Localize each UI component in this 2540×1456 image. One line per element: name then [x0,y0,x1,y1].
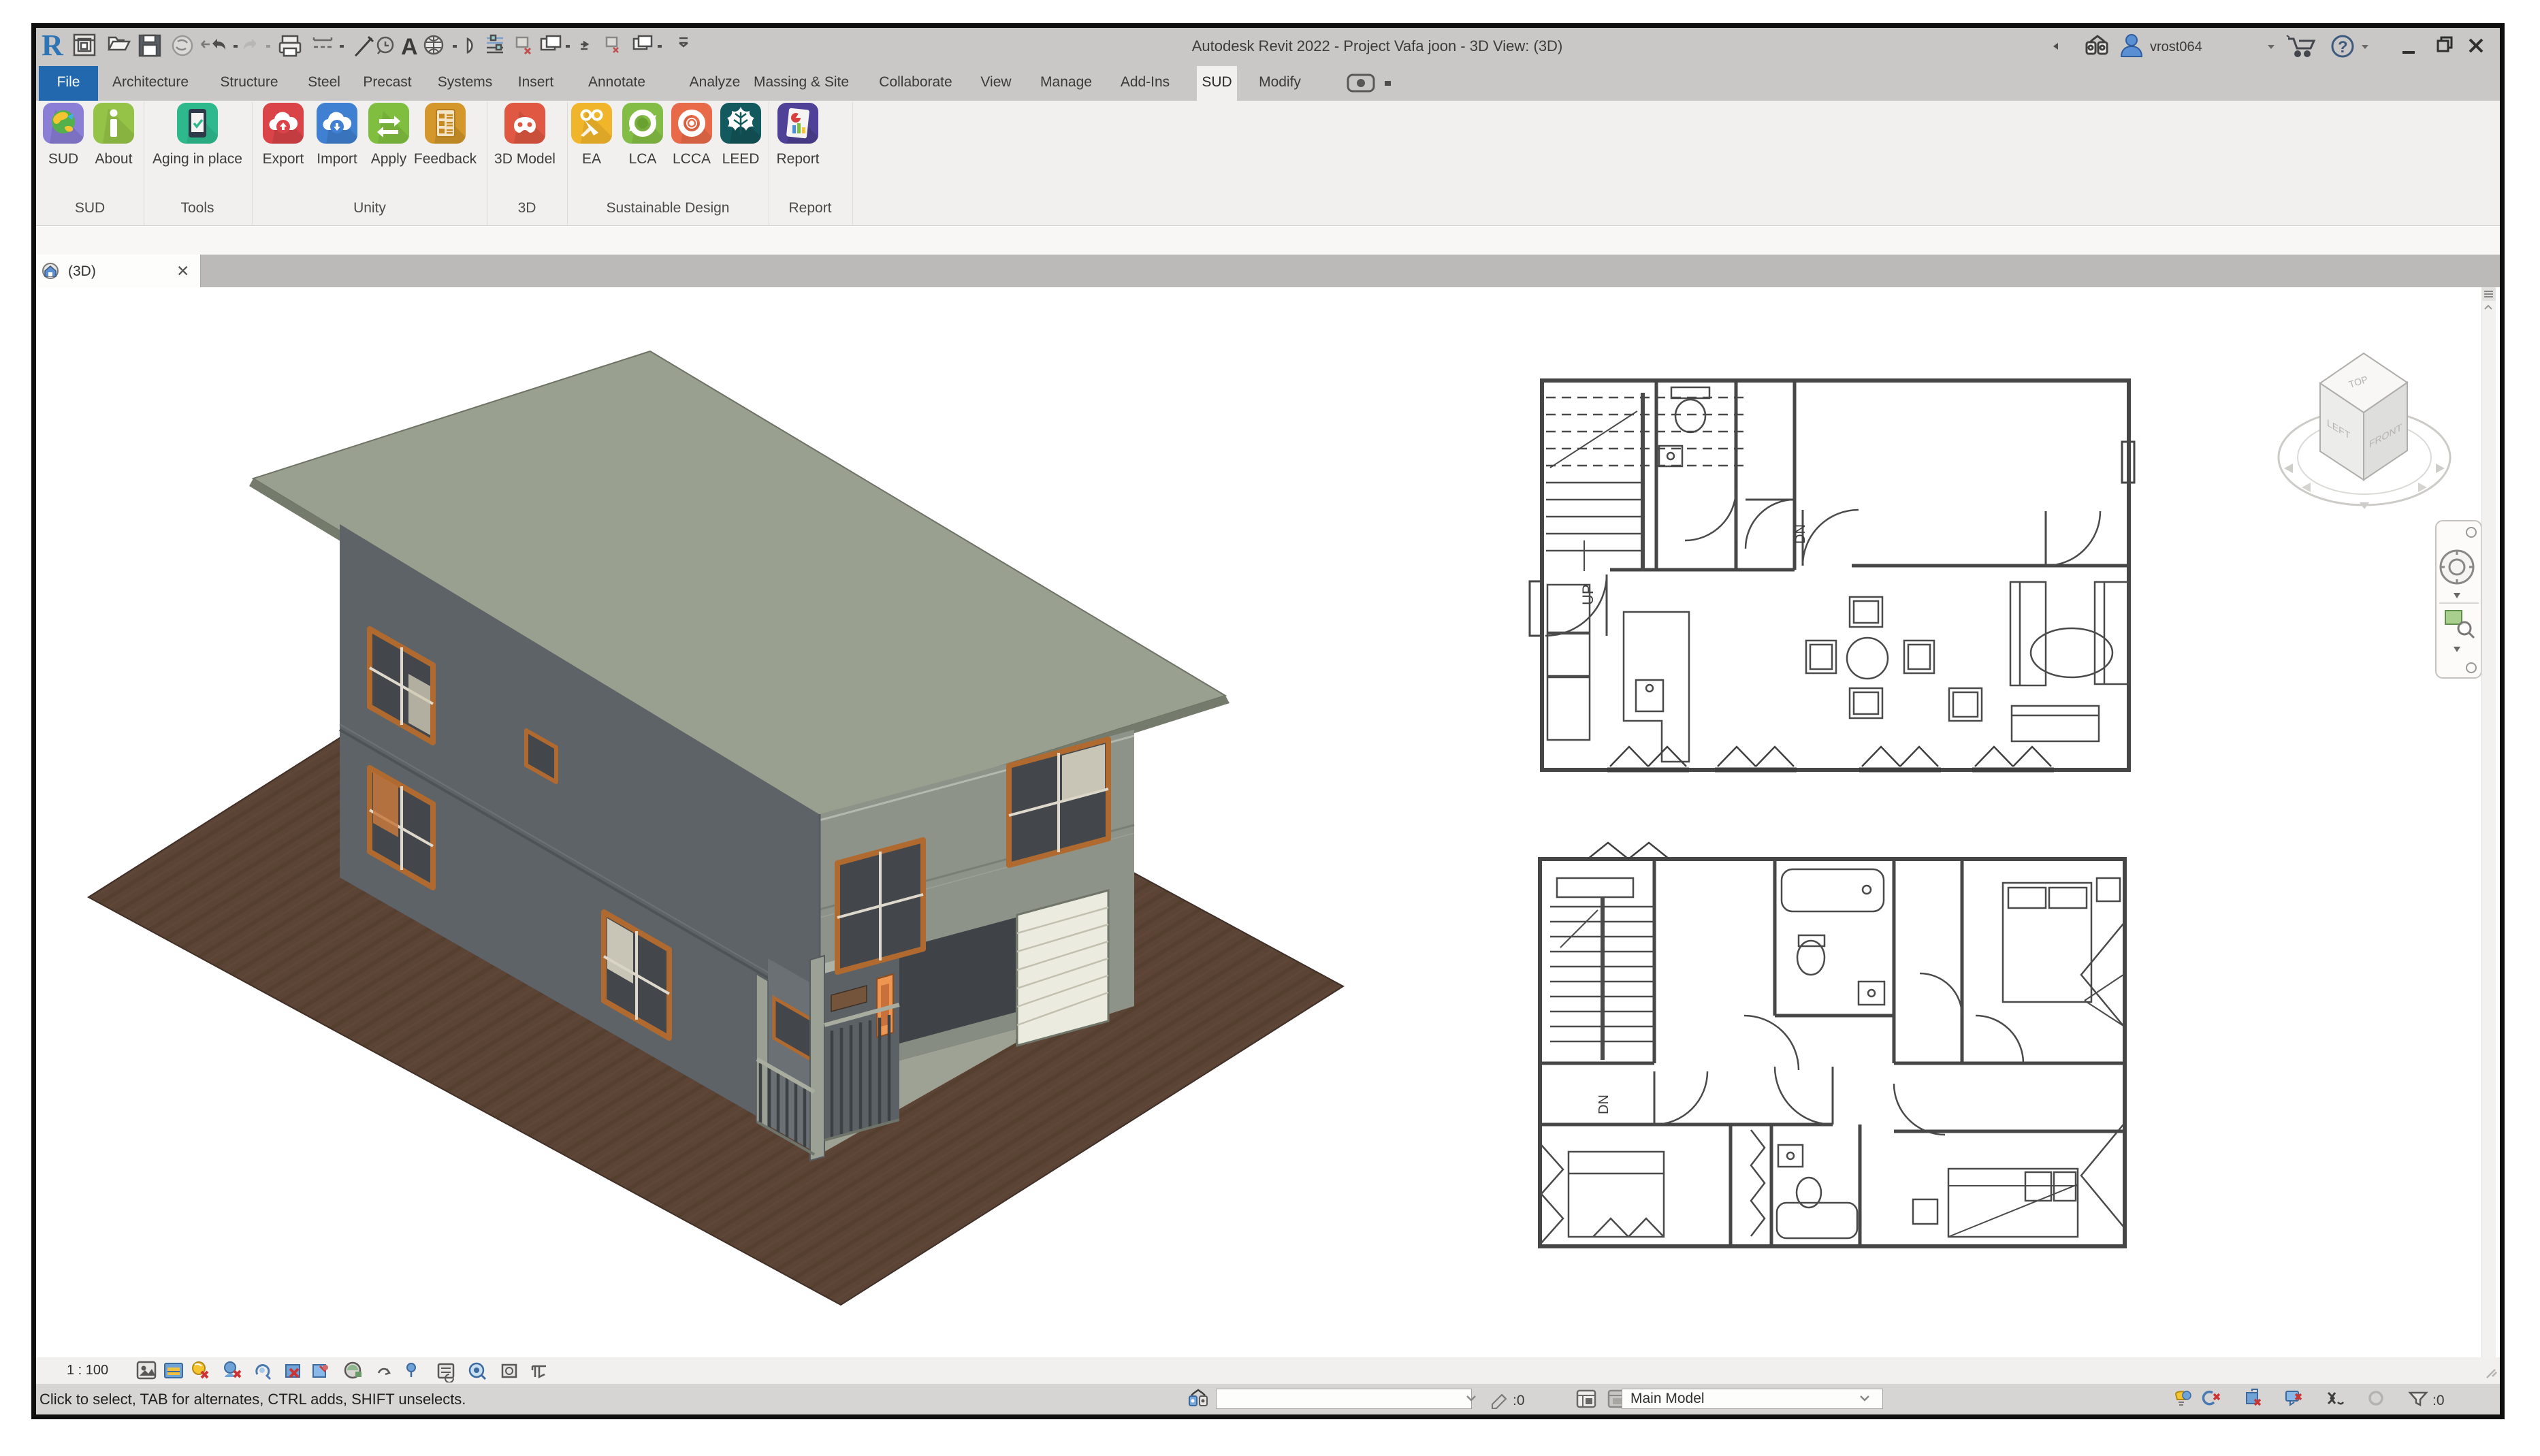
svg-text:A: A [401,34,418,60]
svg-text:R: R [42,29,64,62]
svg-text:DN: DN [1793,524,1808,544]
svg-text:?: ? [2338,38,2348,56]
svg-text:UP: UP [1579,584,1596,605]
svg-text::0: :0 [1513,1393,1525,1408]
svg-text:vrost064: vrost064 [2150,39,2202,54]
svg-text:DN: DN [1596,1095,1611,1114]
svg-text::0: :0 [2432,1393,2445,1408]
